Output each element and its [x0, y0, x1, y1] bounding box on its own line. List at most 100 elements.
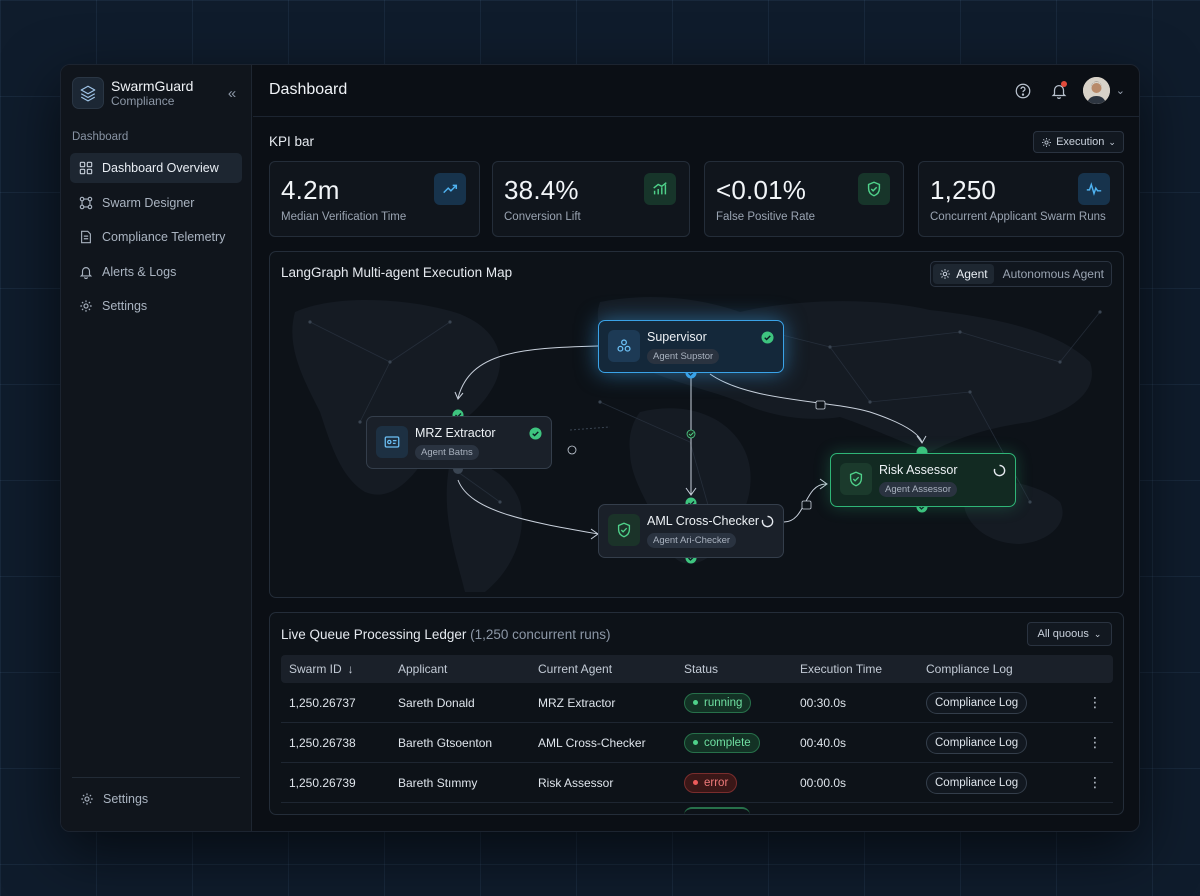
queue-filter-select[interactable]: All quoous ⌄	[1027, 622, 1112, 646]
sidebar-item-label: Compliance Telemetry	[102, 230, 226, 245]
sidebar-item-dashboard-overview[interactable]: Dashboard Overview	[70, 153, 242, 183]
table-row[interactable]: 1,250.26738 Bareth Gtsoenton AML Cross-C…	[281, 723, 1113, 763]
arrow-down-icon: ↓	[347, 662, 354, 676]
check-circle-icon	[761, 331, 774, 344]
sidebar-item-settings[interactable]: Settings	[70, 291, 242, 321]
cell-status: error	[684, 763, 738, 802]
cell-swarm-id: 1,250.26738	[289, 735, 356, 750]
sidebar-item-label: Alerts & Logs	[102, 264, 177, 279]
row-menu-button[interactable]: ⋮	[1088, 723, 1102, 762]
status-badge: error	[684, 772, 738, 793]
column-header-applicant[interactable]: Applicant	[398, 655, 447, 683]
compliance-log-button[interactable]: Compliance Log	[926, 771, 1028, 794]
kpi-card-conversion-lift[interactable]: 38.4% Conversion Lift	[492, 161, 690, 237]
segment-label: Autonomous Agent	[1002, 267, 1104, 281]
column-label: Swarm ID	[289, 662, 342, 676]
collapse-sidebar-button[interactable]: «	[221, 83, 243, 103]
user-avatar-icon	[1082, 77, 1110, 104]
cell-applicant: Bareth Gtsoenton	[398, 735, 493, 750]
chevron-down-icon: ⌄	[1108, 136, 1116, 147]
kpi-label: Median Verification Time	[281, 211, 407, 223]
node-supervisor[interactable]: Supervisor Agent Supstor	[598, 320, 784, 373]
page-title: Dashboard	[269, 81, 348, 98]
kpi-row: 4.2m Median Verification Time 38.4% Conv…	[269, 161, 1124, 237]
node-name: Supervisor	[647, 330, 707, 344]
check-circle-icon	[529, 427, 542, 440]
segment-agent[interactable]: Agent	[933, 264, 994, 284]
cell-compliance-log: Compliance Log	[926, 763, 1028, 802]
notifications-button[interactable]	[1047, 79, 1071, 103]
column-header-current-agent[interactable]: Current Agent	[538, 655, 612, 683]
chevron-down-icon[interactable]: ⌄	[1116, 84, 1125, 97]
sidebar-bottom-label: Settings	[103, 792, 149, 806]
segment-label: Agent	[956, 267, 988, 281]
gear-icon	[940, 269, 951, 279]
sidebar-item-alerts-logs[interactable]: Alerts & Logs	[70, 257, 242, 287]
cell-status: running	[684, 683, 752, 722]
help-button[interactable]	[1011, 79, 1035, 103]
kebab-menu-icon: ⋮	[1088, 734, 1102, 750]
node-mrz-extractor[interactable]: MRZ Extractor Agent Batns	[366, 416, 552, 469]
segment-autonomous-agent[interactable]: Autonomous Agent	[996, 262, 1111, 286]
double-chevron-left-icon: «	[227, 84, 237, 102]
brand[interactable]: SwarmGuard Compliance	[72, 77, 193, 109]
compliance-log-button[interactable]: Compliance Log	[926, 731, 1028, 754]
row-menu-button[interactable]: ⋮	[1088, 763, 1102, 802]
sidebar-bottom-settings[interactable]: Settings	[72, 777, 240, 806]
status-text: complete	[704, 736, 751, 749]
bell-icon	[79, 266, 93, 279]
ledger-subtitle: (1,250 concurrent runs)	[470, 627, 611, 642]
queue-ledger: Live Queue Processing Ledger (1,250 conc…	[269, 612, 1124, 815]
sidebar-item-label: Settings	[102, 299, 148, 314]
cell-applicant: Sareth Donald	[398, 695, 475, 710]
table-row[interactable]: 1,250.26739 Bareth Stımmy Risk Assessor …	[281, 763, 1113, 803]
shield-check-icon	[608, 514, 640, 546]
node-risk-assessor[interactable]: Risk Assessor Agent Assessor	[830, 453, 1016, 507]
column-header-execution-time[interactable]: Execution Time	[800, 655, 882, 683]
status-badge: running	[684, 692, 752, 713]
brand-subtitle: Compliance	[111, 93, 175, 108]
node-subtitle: Agent Assessor	[879, 482, 958, 497]
row-menu-button[interactable]: ⋮	[1088, 683, 1102, 722]
cell-execution-time: 00:40.0s	[800, 735, 847, 750]
kpi-card-false-positive[interactable]: <0.01% False Positive Rate	[704, 161, 904, 237]
topbar: Dashboard ⌄	[253, 65, 1139, 117]
sidebar-item-compliance-telemetry[interactable]: Compliance Telemetry	[70, 222, 242, 252]
kebab-menu-icon: ⋮	[1088, 694, 1102, 710]
compliance-log-button[interactable]: Compliance Log	[926, 691, 1028, 714]
shield-check-icon	[840, 463, 872, 495]
agent-mode-toggle: Agent Autonomous Agent	[930, 261, 1112, 287]
column-header-swarm-id[interactable]: Swarm ID ↓	[289, 655, 354, 683]
agents-cluster-icon	[608, 330, 640, 362]
kpi-card-concurrent-runs[interactable]: 1,250 Concurrent Applicant Swarm Runs	[918, 161, 1124, 237]
column-header-compliance-log[interactable]: Compliance Log	[926, 655, 1013, 683]
kpi-label: Conversion Lift	[504, 211, 581, 223]
main-content: Dashboard ⌄ KPI bar Execution ⌄ 4.2m Med…	[253, 65, 1139, 831]
kpi-value: 4.2m	[281, 175, 340, 205]
partial-status-badge	[684, 803, 750, 814]
node-subtitle: Agent Supstor	[647, 349, 720, 364]
layers-logo-icon	[72, 77, 104, 109]
sidebar: SwarmGuard Compliance « Dashboard Dashbo…	[61, 65, 252, 831]
node-aml-cross-checker[interactable]: AML Cross-Checker Agent Ari-Checker	[598, 504, 784, 558]
execution-filter-select[interactable]: Execution ⌄	[1033, 131, 1124, 153]
node-name: Risk Assessor	[879, 463, 958, 477]
node-subtitle: Agent Ari-Checker	[647, 533, 737, 548]
table-row-partial	[281, 803, 1113, 814]
kebab-menu-icon: ⋮	[1088, 774, 1102, 790]
sidebar-item-swarm-designer[interactable]: Swarm Designer	[70, 188, 242, 218]
kpi-label: False Positive Rate	[716, 211, 816, 223]
bar-chart-icon	[644, 173, 676, 205]
table-row[interactable]: 1,250.26737 Sareth Donald MRZ Extractor …	[281, 683, 1113, 723]
document-icon	[81, 230, 91, 244]
status-text: error	[704, 776, 729, 789]
column-header-status[interactable]: Status	[684, 655, 718, 683]
kpi-card-median-verification[interactable]: 4.2m Median Verification Time	[269, 161, 480, 237]
nav-section-label: Dashboard	[72, 131, 129, 143]
loading-spinner-icon	[993, 464, 1006, 477]
cell-status: complete	[684, 723, 760, 762]
avatar[interactable]	[1082, 77, 1110, 104]
node-name: AML Cross-Checker	[647, 514, 760, 528]
gear-icon	[81, 793, 93, 805]
cell-current-agent: AML Cross-Checker	[538, 735, 646, 750]
